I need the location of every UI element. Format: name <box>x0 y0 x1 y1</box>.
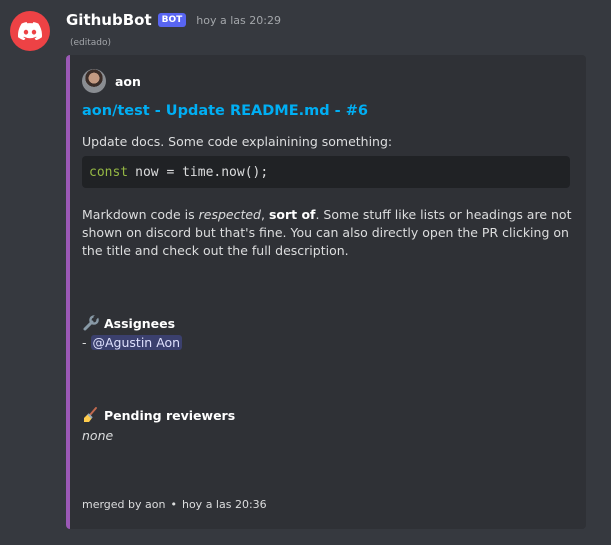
embed-paragraph: Markdown code is respected, sort of. Som… <box>82 206 576 260</box>
edited-label: (editado) <box>70 38 112 48</box>
embed-card: aon aon/test - Update README.md - #6 Upd… <box>66 55 586 529</box>
reviewers-label: Pending reviewers <box>104 407 236 423</box>
embed-footer: merged by aon • hoy a las 20:36 <box>82 498 267 511</box>
wrench-icon <box>83 314 99 331</box>
username[interactable]: GithubBot <box>66 11 152 29</box>
reviewers-heading: Pending reviewers <box>82 406 235 424</box>
code-text: now = time.now(); <box>135 164 269 180</box>
assignees-heading: Assignees <box>82 314 175 332</box>
bot-avatar[interactable] <box>10 11 50 51</box>
paragraph-text-2: , <box>260 207 269 222</box>
paragraph-bold: sort of <box>268 207 316 222</box>
author-name[interactable]: aon <box>115 74 141 89</box>
embed-description: Update docs. Some code explainining some… <box>82 134 393 149</box>
footer-timestamp: hoy a las 20:36 <box>181 498 267 511</box>
footer-separator: • <box>170 498 177 511</box>
message-timestamp[interactable]: hoy a las 20:29 <box>196 14 281 27</box>
reviewers-value: none <box>82 428 114 443</box>
user-mention[interactable]: @Agustin Aon <box>90 335 183 350</box>
assignees-value: - @Agustin Aon <box>82 335 183 350</box>
embed-title-link[interactable]: aon/test - Update README.md - #6 <box>82 103 368 119</box>
paragraph-text-1: Markdown code is <box>82 207 199 222</box>
list-dash: - <box>82 335 87 350</box>
author-avatar[interactable] <box>82 69 106 93</box>
assignees-label: Assignees <box>104 315 176 331</box>
footer-merged-by: merged by aon <box>82 498 166 511</box>
code-block: const now = time.now(); <box>82 156 570 188</box>
bot-badge: BOT <box>157 13 187 27</box>
message-header: GithubBot BOT hoy a las 20:29 <box>66 10 281 30</box>
broom-icon <box>84 407 97 422</box>
embed-author: aon <box>82 69 141 93</box>
discord-logo-icon <box>18 22 42 40</box>
paragraph-italic: respected <box>198 207 261 222</box>
code-keyword: const <box>89 164 129 180</box>
